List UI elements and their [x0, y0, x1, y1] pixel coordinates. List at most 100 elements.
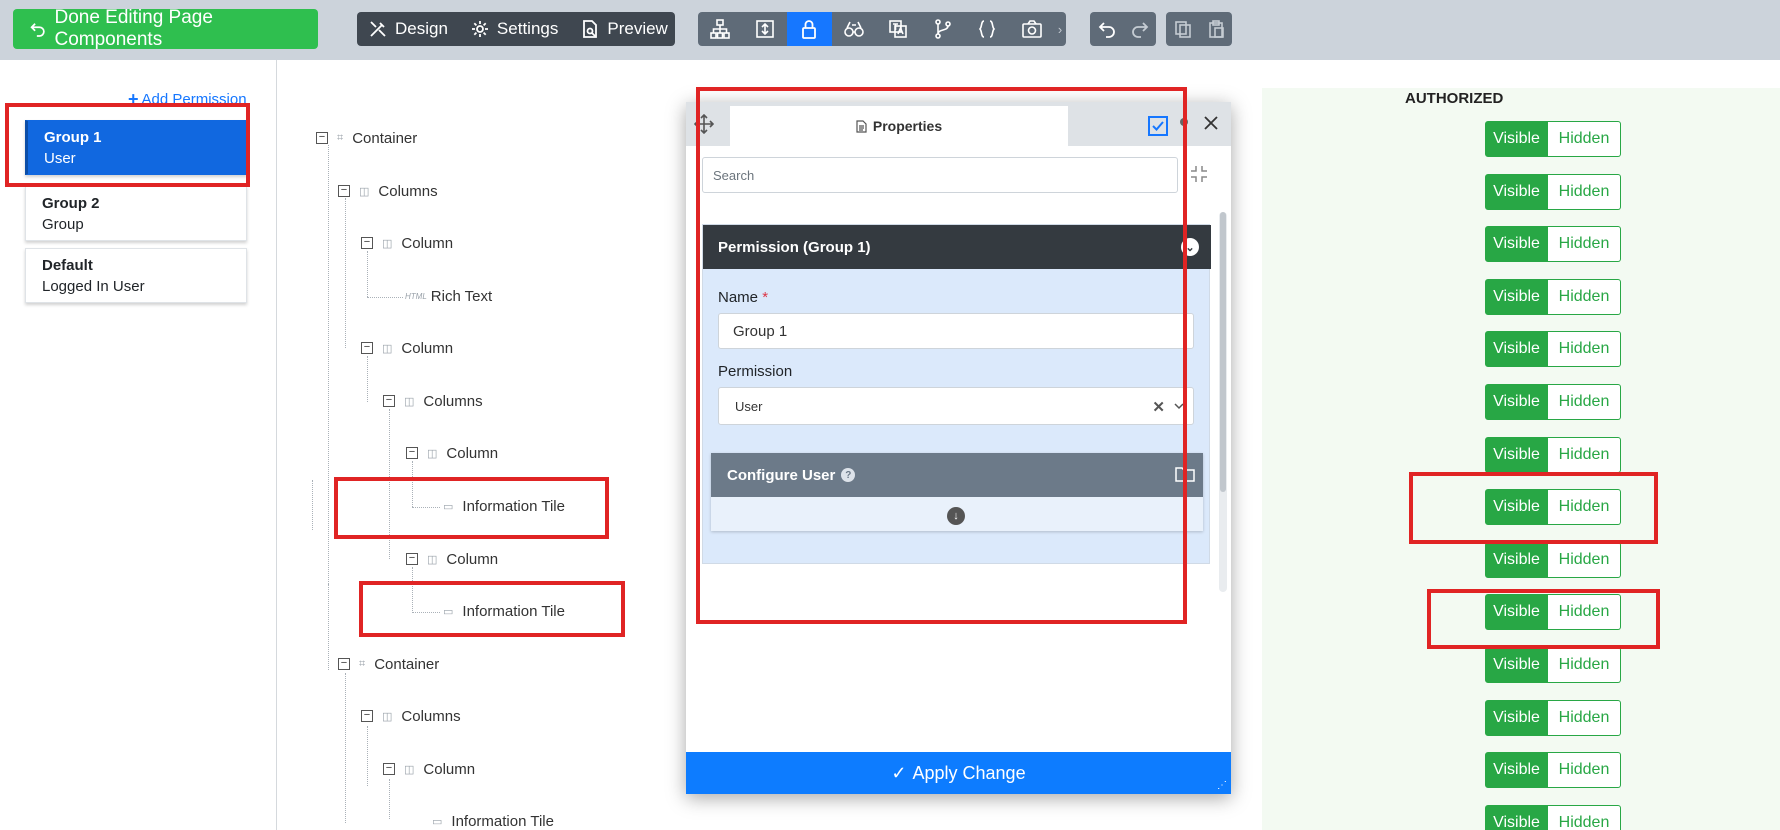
hidden-button[interactable]: Hidden: [1548, 805, 1621, 830]
permission-select[interactable]: User ✕: [718, 387, 1194, 425]
tree-node-column[interactable]: − ◫ Column: [406, 442, 498, 464]
hidden-button[interactable]: Hidden: [1548, 752, 1621, 788]
tree-node-column[interactable]: − ◫ Column: [361, 232, 453, 254]
done-editing-button[interactable]: Done Editing Page Components: [13, 7, 318, 50]
hidden-button[interactable]: Hidden: [1548, 121, 1621, 157]
permission-card-default[interactable]: Default Logged In User: [25, 248, 247, 303]
tree-node-column[interactable]: − ◫ Column: [383, 758, 475, 780]
collapse-toggle-icon[interactable]: −: [383, 763, 395, 775]
tree-line: [345, 673, 346, 823]
tree-node-information-tile[interactable]: ▭ Information Tile: [443, 600, 565, 622]
binoculars-icon: [843, 21, 864, 37]
visible-button[interactable]: Visible: [1485, 752, 1548, 788]
permission-select-value: User: [735, 398, 763, 414]
hidden-button[interactable]: Hidden: [1548, 594, 1621, 630]
modal-scrollbar[interactable]: [1219, 212, 1227, 592]
tree-node-column[interactable]: − ◫ Column: [406, 548, 498, 570]
permission-title: Default: [42, 257, 93, 274]
collapse-toggle-icon[interactable]: −: [361, 710, 373, 722]
visible-button[interactable]: Visible: [1485, 542, 1548, 578]
tree-node-columns[interactable]: − ◫ Columns: [338, 180, 438, 202]
help-icon[interactable]: ?: [841, 468, 856, 482]
tree-node-information-tile[interactable]: ▭ Information Tile: [443, 495, 565, 517]
tree-node-columns[interactable]: − ◫ Columns: [361, 705, 461, 727]
hierarchy-tool[interactable]: [698, 12, 743, 46]
preview-button[interactable]: Preview: [569, 12, 678, 46]
tree-node-column[interactable]: − ◫ Column: [361, 337, 453, 359]
hidden-button[interactable]: Hidden: [1548, 489, 1621, 525]
close-icon[interactable]: [1201, 113, 1221, 133]
checkbox-icon[interactable]: [1148, 116, 1168, 136]
pin-icon[interactable]: [1180, 118, 1188, 126]
settings-button[interactable]: Settings: [459, 12, 569, 46]
collapse-toggle-icon[interactable]: −: [316, 132, 328, 144]
collapse-toggle-icon[interactable]: −: [361, 342, 373, 354]
visible-button[interactable]: Visible: [1485, 121, 1548, 157]
visible-button[interactable]: Visible: [1485, 384, 1548, 420]
visible-button[interactable]: Visible: [1485, 331, 1548, 367]
translate-tool[interactable]: [876, 12, 921, 46]
chevron-down-icon[interactable]: [1173, 400, 1185, 412]
visible-button[interactable]: Visible: [1485, 700, 1548, 736]
collapse-toggle-icon[interactable]: −: [361, 237, 373, 249]
collapse-toggle-icon[interactable]: −: [338, 658, 350, 670]
visible-button[interactable]: Visible: [1485, 489, 1548, 525]
permission-title: Group 2: [42, 195, 100, 212]
clear-icon[interactable]: ✕: [1152, 398, 1165, 416]
collapse-icon[interactable]: [1189, 164, 1209, 184]
visible-button[interactable]: Visible: [1485, 647, 1548, 683]
more-tools-chevron[interactable]: ›: [1054, 12, 1066, 46]
branch-tool[interactable]: [921, 12, 966, 46]
visibility-toggle-group: Visible Hidden: [1485, 542, 1621, 578]
copy-button[interactable]: [1166, 12, 1199, 46]
paste-button[interactable]: [1199, 12, 1232, 46]
visible-button[interactable]: Visible: [1485, 594, 1548, 630]
design-button[interactable]: Design: [357, 12, 459, 46]
move-icon[interactable]: [694, 114, 714, 134]
undo-button[interactable]: [1090, 12, 1123, 46]
hidden-button[interactable]: Hidden: [1548, 174, 1621, 210]
screenshot-tool[interactable]: [1010, 12, 1055, 46]
permission-card-group2[interactable]: Group 2 Group: [25, 186, 247, 241]
tree-node-rich-text[interactable]: HTML Rich Text: [405, 285, 492, 307]
tree-node-container[interactable]: − ⌗ Container: [316, 127, 417, 149]
hidden-button[interactable]: Hidden: [1548, 331, 1621, 367]
code-tool[interactable]: [965, 12, 1010, 46]
visible-button[interactable]: Visible: [1485, 279, 1548, 315]
collapse-toggle-icon[interactable]: −: [406, 553, 418, 565]
layout-tool[interactable]: [743, 12, 788, 46]
apply-change-button[interactable]: ✓ Apply Change ⋰: [686, 752, 1231, 794]
permission-section-header[interactable]: Permission (Group 1) ⌄: [703, 225, 1211, 269]
tree-node-columns[interactable]: − ◫ Columns: [383, 390, 483, 412]
permission-card-group1[interactable]: Group 1 User: [25, 120, 247, 175]
hidden-button[interactable]: Hidden: [1548, 647, 1621, 683]
collapse-toggle-icon[interactable]: −: [338, 185, 350, 197]
redo-button[interactable]: [1123, 12, 1156, 46]
collapse-toggle-icon[interactable]: −: [406, 447, 418, 459]
binoculars-tool[interactable]: [832, 12, 877, 46]
hidden-button[interactable]: Hidden: [1548, 700, 1621, 736]
visible-button[interactable]: Visible: [1485, 805, 1548, 830]
visible-button[interactable]: Visible: [1485, 174, 1548, 210]
visible-button[interactable]: Visible: [1485, 437, 1548, 473]
tree-node-information-tile[interactable]: ▭ Information Tile: [432, 810, 554, 830]
search-input[interactable]: [713, 167, 1167, 183]
configure-user-header[interactable]: Configure User ?: [711, 453, 1203, 497]
property-search-field[interactable]: [702, 157, 1178, 193]
name-field[interactable]: Group 1: [718, 313, 1194, 349]
arrow-down-circle-icon[interactable]: ↓: [947, 507, 965, 525]
hidden-button[interactable]: Hidden: [1548, 279, 1621, 315]
folder-icon[interactable]: [1175, 465, 1195, 483]
hidden-button[interactable]: Hidden: [1548, 542, 1621, 578]
hidden-button[interactable]: Hidden: [1548, 226, 1621, 262]
collapse-toggle-icon[interactable]: −: [383, 395, 395, 407]
resize-grip-icon[interactable]: ⋰: [1217, 780, 1227, 791]
add-permission-link[interactable]: + Add Permission: [128, 89, 247, 110]
tab-properties[interactable]: Properties: [730, 106, 1068, 146]
chevron-down-icon[interactable]: ⌄: [1181, 238, 1199, 256]
hidden-button[interactable]: Hidden: [1548, 384, 1621, 420]
tree-node-container[interactable]: − ⌗ Container: [338, 653, 439, 675]
lock-tool[interactable]: [787, 12, 832, 46]
visible-button[interactable]: Visible: [1485, 226, 1548, 262]
hidden-button[interactable]: Hidden: [1548, 437, 1621, 473]
